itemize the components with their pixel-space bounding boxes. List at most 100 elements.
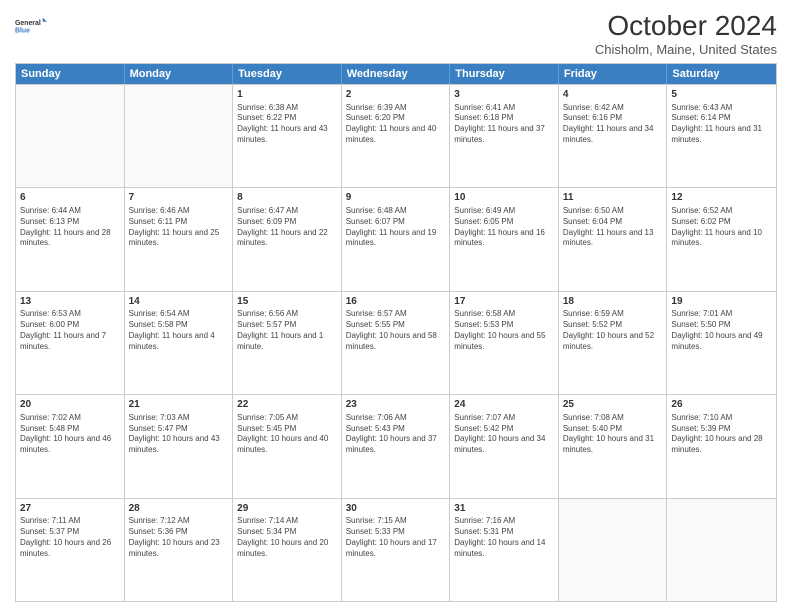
cell-daylight: Daylight: 10 hours and 40 minutes. — [237, 434, 337, 456]
cell-daylight: Daylight: 11 hours and 28 minutes. — [20, 228, 120, 250]
calendar-cell: 5 Sunrise: 6:43 AM Sunset: 6:14 PM Dayli… — [667, 85, 776, 187]
cell-sunrise: Sunrise: 6:47 AM — [237, 206, 337, 217]
cell-sunset: Sunset: 5:45 PM — [237, 424, 337, 435]
calendar-cell — [667, 499, 776, 601]
cell-sunset: Sunset: 5:57 PM — [237, 320, 337, 331]
subtitle: Chisholm, Maine, United States — [595, 42, 777, 57]
main-title: October 2024 — [595, 10, 777, 42]
calendar-header-cell: Sunday — [16, 64, 125, 84]
title-block: October 2024 Chisholm, Maine, United Sta… — [595, 10, 777, 57]
cell-day-number: 29 — [237, 502, 337, 516]
cell-sunrise: Sunrise: 7:01 AM — [671, 309, 772, 320]
cell-sunrise: Sunrise: 7:05 AM — [237, 413, 337, 424]
cell-sunset: Sunset: 5:33 PM — [346, 527, 446, 538]
cell-day-number: 12 — [671, 191, 772, 205]
cell-sunrise: Sunrise: 6:54 AM — [129, 309, 229, 320]
cell-daylight: Daylight: 11 hours and 37 minutes. — [454, 124, 554, 146]
calendar-week-row: 13 Sunrise: 6:53 AM Sunset: 6:00 PM Dayl… — [16, 291, 776, 394]
cell-daylight: Daylight: 10 hours and 55 minutes. — [454, 331, 554, 353]
cell-day-number: 23 — [346, 398, 446, 412]
cell-sunset: Sunset: 6:13 PM — [20, 217, 120, 228]
cell-daylight: Daylight: 10 hours and 26 minutes. — [20, 538, 120, 560]
cell-sunset: Sunset: 6:04 PM — [563, 217, 663, 228]
cell-day-number: 6 — [20, 191, 120, 205]
cell-sunset: Sunset: 5:58 PM — [129, 320, 229, 331]
cell-sunrise: Sunrise: 6:53 AM — [20, 309, 120, 320]
calendar-cell: 29 Sunrise: 7:14 AM Sunset: 5:34 PM Dayl… — [233, 499, 342, 601]
calendar-cell: 4 Sunrise: 6:42 AM Sunset: 6:16 PM Dayli… — [559, 85, 668, 187]
calendar-cell: 7 Sunrise: 6:46 AM Sunset: 6:11 PM Dayli… — [125, 188, 234, 290]
cell-sunset: Sunset: 5:42 PM — [454, 424, 554, 435]
calendar-cell: 23 Sunrise: 7:06 AM Sunset: 5:43 PM Dayl… — [342, 395, 451, 497]
cell-daylight: Daylight: 10 hours and 17 minutes. — [346, 538, 446, 560]
cell-sunset: Sunset: 6:07 PM — [346, 217, 446, 228]
cell-daylight: Daylight: 11 hours and 31 minutes. — [671, 124, 772, 146]
calendar-week-row: 6 Sunrise: 6:44 AM Sunset: 6:13 PM Dayli… — [16, 187, 776, 290]
calendar-header-cell: Thursday — [450, 64, 559, 84]
cell-day-number: 27 — [20, 502, 120, 516]
cell-sunrise: Sunrise: 7:11 AM — [20, 516, 120, 527]
cell-sunrise: Sunrise: 6:59 AM — [563, 309, 663, 320]
cell-sunrise: Sunrise: 6:41 AM — [454, 103, 554, 114]
cell-day-number: 19 — [671, 295, 772, 309]
cell-sunset: Sunset: 5:39 PM — [671, 424, 772, 435]
calendar-header-cell: Wednesday — [342, 64, 451, 84]
cell-daylight: Daylight: 11 hours and 34 minutes. — [563, 124, 663, 146]
calendar-cell: 26 Sunrise: 7:10 AM Sunset: 5:39 PM Dayl… — [667, 395, 776, 497]
cell-sunrise: Sunrise: 6:38 AM — [237, 103, 337, 114]
cell-day-number: 17 — [454, 295, 554, 309]
logo: General Blue — [15, 10, 47, 42]
calendar-cell: 24 Sunrise: 7:07 AM Sunset: 5:42 PM Dayl… — [450, 395, 559, 497]
calendar-cell: 2 Sunrise: 6:39 AM Sunset: 6:20 PM Dayli… — [342, 85, 451, 187]
cell-day-number: 2 — [346, 88, 446, 102]
calendar-cell: 28 Sunrise: 7:12 AM Sunset: 5:36 PM Dayl… — [125, 499, 234, 601]
svg-text:General: General — [15, 20, 41, 27]
cell-daylight: Daylight: 11 hours and 16 minutes. — [454, 228, 554, 250]
cell-sunrise: Sunrise: 7:08 AM — [563, 413, 663, 424]
cell-day-number: 4 — [563, 88, 663, 102]
cell-sunset: Sunset: 6:02 PM — [671, 217, 772, 228]
calendar-week-row: 27 Sunrise: 7:11 AM Sunset: 5:37 PM Dayl… — [16, 498, 776, 601]
cell-daylight: Daylight: 10 hours and 37 minutes. — [346, 434, 446, 456]
cell-day-number: 7 — [129, 191, 229, 205]
calendar-cell: 3 Sunrise: 6:41 AM Sunset: 6:18 PM Dayli… — [450, 85, 559, 187]
calendar-cell: 18 Sunrise: 6:59 AM Sunset: 5:52 PM Dayl… — [559, 292, 668, 394]
cell-daylight: Daylight: 10 hours and 31 minutes. — [563, 434, 663, 456]
cell-sunset: Sunset: 5:43 PM — [346, 424, 446, 435]
cell-day-number: 10 — [454, 191, 554, 205]
cell-day-number: 31 — [454, 502, 554, 516]
cell-daylight: Daylight: 11 hours and 43 minutes. — [237, 124, 337, 146]
calendar-cell: 13 Sunrise: 6:53 AM Sunset: 6:00 PM Dayl… — [16, 292, 125, 394]
cell-daylight: Daylight: 10 hours and 46 minutes. — [20, 434, 120, 456]
calendar-header-cell: Saturday — [667, 64, 776, 84]
cell-sunrise: Sunrise: 7:07 AM — [454, 413, 554, 424]
cell-sunset: Sunset: 5:34 PM — [237, 527, 337, 538]
calendar-header-cell: Monday — [125, 64, 234, 84]
cell-sunrise: Sunrise: 7:14 AM — [237, 516, 337, 527]
cell-sunrise: Sunrise: 6:57 AM — [346, 309, 446, 320]
calendar: SundayMondayTuesdayWednesdayThursdayFrid… — [15, 63, 777, 602]
calendar-cell: 19 Sunrise: 7:01 AM Sunset: 5:50 PM Dayl… — [667, 292, 776, 394]
cell-daylight: Daylight: 11 hours and 1 minute. — [237, 331, 337, 353]
calendar-cell: 15 Sunrise: 6:56 AM Sunset: 5:57 PM Dayl… — [233, 292, 342, 394]
cell-day-number: 8 — [237, 191, 337, 205]
calendar-cell — [559, 499, 668, 601]
cell-sunrise: Sunrise: 6:48 AM — [346, 206, 446, 217]
calendar-cell: 1 Sunrise: 6:38 AM Sunset: 6:22 PM Dayli… — [233, 85, 342, 187]
cell-sunrise: Sunrise: 6:43 AM — [671, 103, 772, 114]
cell-day-number: 11 — [563, 191, 663, 205]
cell-sunrise: Sunrise: 6:49 AM — [454, 206, 554, 217]
cell-sunset: Sunset: 5:47 PM — [129, 424, 229, 435]
calendar-cell: 21 Sunrise: 7:03 AM Sunset: 5:47 PM Dayl… — [125, 395, 234, 497]
cell-daylight: Daylight: 10 hours and 43 minutes. — [129, 434, 229, 456]
calendar-week-row: 20 Sunrise: 7:02 AM Sunset: 5:48 PM Dayl… — [16, 394, 776, 497]
calendar-cell — [125, 85, 234, 187]
cell-day-number: 24 — [454, 398, 554, 412]
cell-daylight: Daylight: 11 hours and 25 minutes. — [129, 228, 229, 250]
cell-day-number: 1 — [237, 88, 337, 102]
cell-day-number: 20 — [20, 398, 120, 412]
cell-daylight: Daylight: 10 hours and 49 minutes. — [671, 331, 772, 353]
cell-sunrise: Sunrise: 6:46 AM — [129, 206, 229, 217]
cell-daylight: Daylight: 10 hours and 52 minutes. — [563, 331, 663, 353]
calendar-cell: 25 Sunrise: 7:08 AM Sunset: 5:40 PM Dayl… — [559, 395, 668, 497]
